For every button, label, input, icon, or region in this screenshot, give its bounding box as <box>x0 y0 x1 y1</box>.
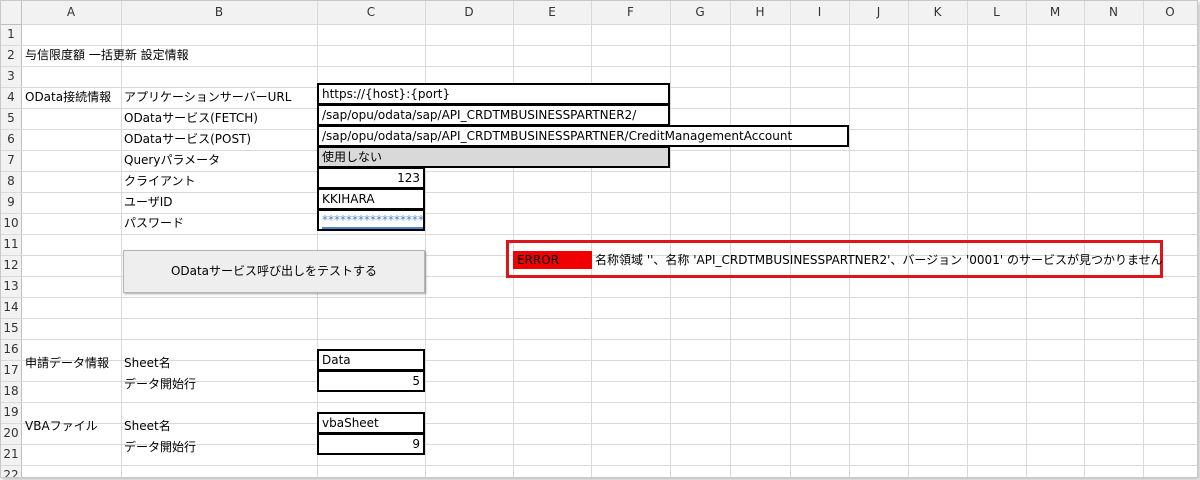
row-gridline <box>1 318 1197 319</box>
odata-section-label: OData接続情報 <box>25 90 112 104</box>
row-gridline <box>1 24 1197 25</box>
row-header-10[interactable]: 10 <box>1 213 21 234</box>
post-service-field[interactable]: /sap/opu/odata/sap/API_CRDTMBUSINESSPART… <box>317 125 849 147</box>
test-odata-button[interactable]: ODataサービス呼び出しをテストする <box>123 250 425 293</box>
column-gridline <box>317 1 318 477</box>
row-header-16[interactable]: 16 <box>1 339 21 360</box>
error-message: 名称領域 ''、名称 'API_CRDTMBUSINESSPARTNER2'、バ… <box>595 253 1163 267</box>
request-sheet-field[interactable]: Data <box>317 349 425 371</box>
row-header-18[interactable]: 18 <box>1 381 21 402</box>
row-header-13[interactable]: 13 <box>1 276 21 297</box>
column-header-d[interactable]: D <box>425 1 513 24</box>
row-gridline <box>1 423 1197 424</box>
app-server-label: アプリケーションサーバーURL <box>124 90 292 104</box>
column-header-g[interactable]: G <box>670 1 730 24</box>
column-header-k[interactable]: K <box>908 1 967 24</box>
row-header-17[interactable]: 17 <box>1 360 21 381</box>
password-label: パスワード <box>124 216 185 230</box>
row-gridline <box>1 339 1197 340</box>
column-gridline <box>591 1 592 477</box>
row-header-2[interactable]: 2 <box>1 45 21 66</box>
password-field[interactable]: ****************** <box>317 209 425 231</box>
spreadsheet-grid[interactable]: ABCDEFGHIJKLMNO 1 2 3 4 5 6 7 8 9 10 11 12 13 14 15 16 1… <box>0 0 1198 478</box>
column-gridline <box>1197 1 1198 477</box>
row-header-11[interactable]: 11 <box>1 234 21 255</box>
request-start-row-field[interactable]: 5 <box>317 370 425 392</box>
column-header-b[interactable]: B <box>121 1 317 24</box>
vba-start-row-label: データ開始行 <box>124 440 197 454</box>
sheet-title: 与信限度額 一括更新 設定情報 <box>25 48 189 62</box>
row-header-12[interactable]: 12 <box>1 255 21 276</box>
column-gridline <box>425 1 426 477</box>
row-header-15[interactable]: 15 <box>1 318 21 339</box>
column-header-a[interactable]: A <box>21 1 121 24</box>
row-gridline <box>1 360 1197 361</box>
column-header-c[interactable]: C <box>317 1 425 24</box>
fetch-service-label: ODataサービス(FETCH) <box>124 111 258 125</box>
row-gridline <box>1 234 1197 235</box>
user-id-field[interactable]: KKIHARA <box>317 188 425 210</box>
column-header-i[interactable]: I <box>790 1 849 24</box>
request-start-row-label: データ開始行 <box>124 377 197 391</box>
column-gridline <box>1026 1 1027 477</box>
row-gridline <box>1 297 1197 298</box>
row-header-4[interactable]: 4 <box>1 87 21 108</box>
fetch-service-field[interactable]: /sap/opu/odata/sap/API_CRDTMBUSINESSPART… <box>317 104 670 126</box>
column-header-n[interactable]: N <box>1084 1 1143 24</box>
row-gridline <box>1 192 1197 193</box>
client-field[interactable]: 123 <box>317 167 425 189</box>
row-header-19[interactable]: 19 <box>1 402 21 423</box>
column-gridline <box>790 1 791 477</box>
query-param-field[interactable]: 使用しない <box>317 146 670 168</box>
column-header-h[interactable]: H <box>730 1 790 24</box>
column-gridline <box>121 1 122 477</box>
select-all-corner[interactable] <box>1 1 22 25</box>
column-header-o[interactable]: O <box>1143 1 1197 24</box>
post-service-label: ODataサービス(POST) <box>124 132 252 146</box>
client-label: クライアント <box>124 174 196 188</box>
column-gridline <box>1143 1 1144 477</box>
row-gridline <box>1 402 1197 403</box>
error-tag: ERROR <box>513 251 592 269</box>
row-header-20[interactable]: 20 <box>1 423 21 444</box>
vba-section-label: VBAファイル <box>25 419 98 433</box>
user-id-label: ユーザID <box>124 195 173 209</box>
request-sheet-label: Sheet名 <box>124 356 171 370</box>
row-header-5[interactable]: 5 <box>1 108 21 129</box>
column-gridline <box>513 1 514 477</box>
row-header-8[interactable]: 8 <box>1 171 21 192</box>
column-header-e[interactable]: E <box>513 1 591 24</box>
row-gridline <box>1 66 1197 67</box>
column-header-l[interactable]: L <box>967 1 1026 24</box>
row-header-14[interactable]: 14 <box>1 297 21 318</box>
vba-sheet-field[interactable]: vbaSheet <box>317 412 425 434</box>
request-data-section-label: 申請データ情報 <box>25 356 110 370</box>
column-gridline <box>849 1 850 477</box>
query-param-label: Queryパラメータ <box>124 153 221 167</box>
column-gridline <box>1084 1 1085 477</box>
row-header-1[interactable]: 1 <box>1 24 21 45</box>
row-gridline <box>1 465 1197 466</box>
row-header-6[interactable]: 6 <box>1 129 21 150</box>
column-gridline <box>670 1 671 477</box>
vba-sheet-label: Sheet名 <box>124 419 171 433</box>
column-header-m[interactable]: M <box>1026 1 1084 24</box>
row-header-22[interactable]: 22 <box>1 465 21 477</box>
column-header-f[interactable]: F <box>591 1 670 24</box>
row-header-3[interactable]: 3 <box>1 66 21 87</box>
vba-start-row-field[interactable]: 9 <box>317 433 425 455</box>
app-server-url-field[interactable]: https://{host}:{port} <box>317 83 670 105</box>
column-gridline <box>967 1 968 477</box>
row-header-7[interactable]: 7 <box>1 150 21 171</box>
row-header-21[interactable]: 21 <box>1 444 21 465</box>
column-header-j[interactable]: J <box>849 1 908 24</box>
row-header-9[interactable]: 9 <box>1 192 21 213</box>
column-gridline <box>730 1 731 477</box>
column-gridline <box>908 1 909 477</box>
password-mask: ****************** <box>322 213 423 229</box>
